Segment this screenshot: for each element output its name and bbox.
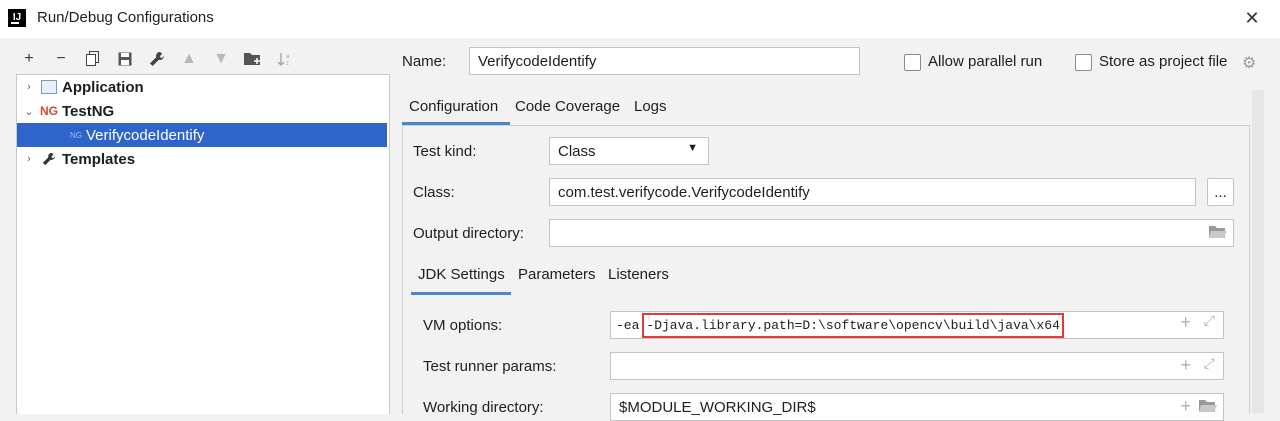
- copy-icon[interactable]: [82, 48, 104, 70]
- working-directory-label: Working directory:: [423, 399, 544, 416]
- dropdown-arrow-icon: ▼: [687, 142, 698, 154]
- configuration-tree: › Application ⌄ NG TestNG NG VerifycodeI…: [16, 74, 390, 414]
- tree-item-application[interactable]: › Application: [17, 75, 387, 99]
- name-label: Name:: [402, 53, 447, 70]
- test-kind-label: Test kind:: [413, 143, 477, 160]
- svg-text:a: a: [286, 54, 290, 60]
- save-icon[interactable]: [114, 48, 136, 70]
- intellij-logo-icon: IJ: [8, 9, 26, 27]
- tab-parameters[interactable]: Parameters: [518, 266, 596, 283]
- add-icon[interactable]: +: [1180, 355, 1191, 376]
- remove-icon[interactable]: −: [50, 48, 72, 70]
- tree-toolbar: + − ▲ ▼ az: [18, 46, 296, 72]
- test-runner-params-input[interactable]: + ⤢: [610, 352, 1224, 380]
- expand-icon[interactable]: ⤢: [1204, 355, 1215, 372]
- vm-options-label: VM options:: [423, 317, 503, 334]
- move-up-icon[interactable]: ▲: [178, 48, 200, 70]
- folder-icon[interactable]: [242, 48, 264, 70]
- move-down-icon[interactable]: ▼: [210, 48, 232, 70]
- expand-icon[interactable]: ⤢: [1204, 314, 1215, 330]
- working-directory-input[interactable]: $MODULE_WORKING_DIR$ +: [610, 393, 1224, 421]
- chevron-down-icon[interactable]: ⌄: [23, 105, 35, 118]
- window-title: Run/Debug Configurations: [37, 9, 214, 26]
- output-directory-input[interactable]: [549, 219, 1234, 247]
- add-icon[interactable]: +: [1180, 314, 1191, 334]
- testng-config-icon: NG: [70, 130, 82, 140]
- store-project-checkbox[interactable]: [1075, 54, 1092, 71]
- name-input[interactable]: VerifycodeIdentify: [469, 47, 860, 75]
- chevron-right-icon[interactable]: ›: [23, 153, 35, 165]
- allow-parallel-checkbox[interactable]: [904, 54, 921, 71]
- output-directory-label: Output directory:: [413, 225, 524, 242]
- test-kind-select[interactable]: Class ▼: [549, 137, 709, 165]
- tree-item-templates[interactable]: › Templates: [17, 147, 387, 171]
- add-icon[interactable]: +: [1180, 396, 1191, 417]
- wrench-icon: [41, 151, 57, 167]
- tab-logs[interactable]: Logs: [634, 98, 667, 115]
- vm-options-input[interactable]: -ea -Djava.library.path=D:\software\open…: [610, 311, 1224, 339]
- application-icon: [41, 79, 57, 95]
- gear-icon[interactable]: ⚙: [1242, 53, 1256, 73]
- class-input[interactable]: com.test.verifycode.VerifycodeIdentify: [549, 178, 1196, 206]
- tab-jdk-settings-underline: [411, 292, 511, 295]
- folder-icon[interactable]: [1199, 399, 1217, 417]
- add-icon[interactable]: +: [18, 48, 40, 70]
- vm-options-highlight: -Djava.library.path=D:\software\opencv\b…: [642, 312, 1064, 338]
- chevron-right-icon[interactable]: ›: [23, 81, 35, 93]
- tab-listeners[interactable]: Listeners: [608, 266, 669, 283]
- sort-icon[interactable]: az: [274, 48, 296, 70]
- scrollbar[interactable]: [1252, 90, 1264, 413]
- test-runner-params-label: Test runner params:: [423, 358, 557, 375]
- tree-item-testng[interactable]: ⌄ NG TestNG: [17, 99, 387, 123]
- browse-class-button[interactable]: ...: [1207, 178, 1234, 206]
- folder-icon[interactable]: [1209, 225, 1227, 243]
- tab-configuration[interactable]: Configuration: [409, 98, 498, 115]
- class-label: Class:: [413, 184, 455, 201]
- wrench-icon[interactable]: [146, 48, 168, 70]
- tab-jdk-settings[interactable]: JDK Settings: [418, 266, 505, 283]
- allow-parallel-label: Allow parallel run: [928, 53, 1043, 70]
- tree-item-verifycodeidentify[interactable]: NG VerifycodeIdentify: [17, 123, 387, 147]
- testng-icon: NG: [40, 104, 58, 118]
- tab-code-coverage[interactable]: Code Coverage: [515, 98, 620, 115]
- close-icon[interactable]: ✕: [1242, 7, 1262, 29]
- store-project-label: Store as project file: [1099, 53, 1228, 70]
- svg-text:z: z: [286, 61, 289, 67]
